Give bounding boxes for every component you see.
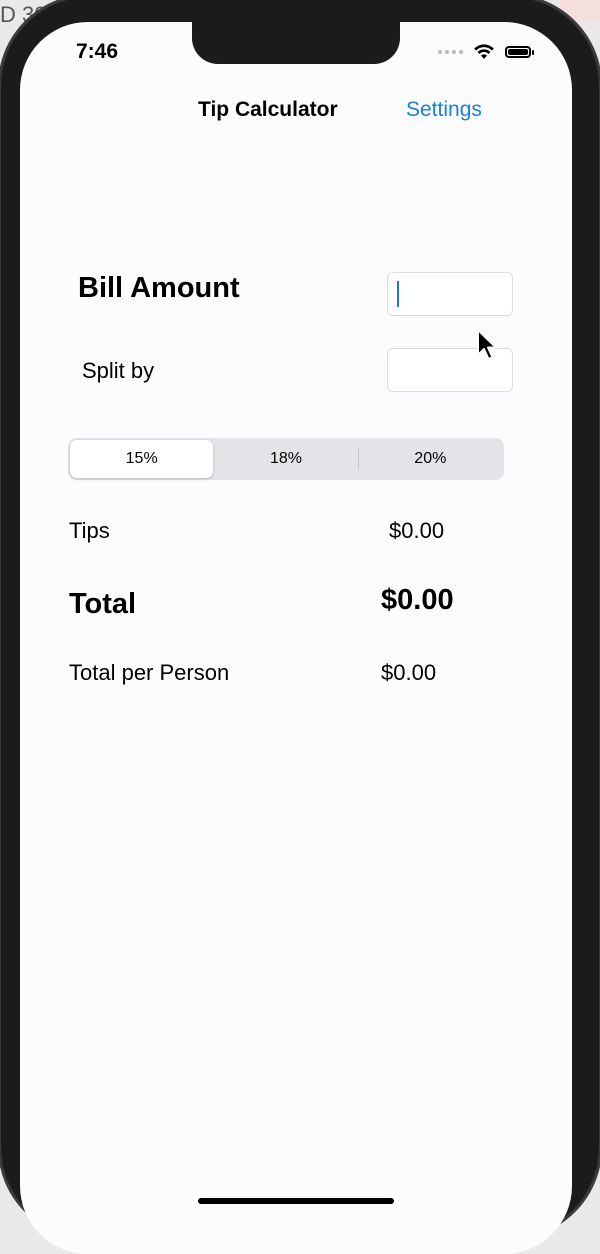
tips-label: Tips — [69, 518, 110, 543]
app-screen: 7:46 Tip Calculator Settings Bill Amount… — [20, 22, 572, 1254]
total-value: $0.00 — [381, 584, 454, 616]
bill-amount-input[interactable] — [387, 272, 513, 316]
split-by-label: Split by — [82, 358, 155, 383]
mouse-pointer-icon — [477, 329, 497, 360]
device-notch — [192, 22, 400, 64]
tips-value: $0.00 — [389, 518, 445, 543]
wifi-icon — [474, 44, 494, 59]
battery-icon — [505, 46, 534, 58]
tip-option-18[interactable]: 18% — [214, 440, 357, 478]
tip-option-20[interactable]: 20% — [359, 440, 502, 478]
settings-button[interactable]: Settings — [406, 98, 482, 122]
home-indicator — [198, 1198, 394, 1204]
per-person-value: $0.00 — [381, 660, 437, 685]
nav-title: Tip Calculator — [198, 98, 338, 121]
status-time: 7:46 — [76, 40, 119, 63]
phone-frame: 7:46 Tip Calculator Settings Bill Amount… — [0, 0, 600, 1254]
status-icons — [438, 42, 534, 62]
per-person-label: Total per Person — [69, 660, 230, 685]
tip-option-15[interactable]: 15% — [70, 440, 214, 478]
cellular-icon — [438, 50, 463, 54]
total-label: Total — [69, 588, 137, 620]
text-caret — [397, 281, 399, 307]
tip-percentage-control: 15% 18% 20% — [68, 438, 504, 480]
bill-amount-label: Bill Amount — [78, 272, 240, 304]
